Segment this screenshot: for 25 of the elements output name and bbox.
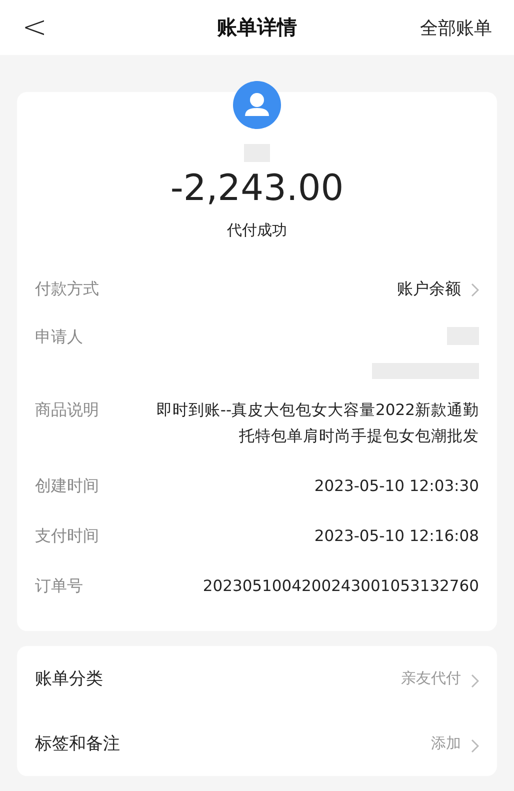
- detail-label: 申请人: [35, 327, 84, 348]
- option-label: 账单分类: [35, 668, 103, 690]
- detail-value: 2023-05-10 12:16:08: [314, 526, 479, 547]
- all-bills-link[interactable]: 全部账单: [420, 16, 492, 40]
- option-value: 亲友代付: [401, 669, 461, 688]
- page-title: 账单详情: [217, 14, 297, 41]
- option-row[interactable]: 账单分类 亲友代付: [17, 646, 497, 711]
- detail-value: 即时到账--真皮大包包女大容量2022新款通勤托特包单肩时尚手提包女包潮批发: [155, 400, 479, 447]
- option-row[interactable]: 标签和备注 添加: [17, 711, 497, 776]
- detail-label: 订单号: [35, 576, 84, 597]
- chevron-icon: [471, 674, 479, 688]
- payment-method[interactable]: 账户余额: [397, 279, 461, 300]
- chevron-icon: [471, 283, 479, 297]
- detail-value: 2023-05-10 12:03:30: [314, 476, 479, 497]
- detail-label: 创建时间: [35, 476, 100, 497]
- option-value: 添加: [431, 734, 461, 753]
- payment-status: 代付成功: [227, 221, 287, 240]
- detail-label: 付款方式: [35, 279, 100, 300]
- amount: -2,243.00: [170, 168, 344, 209]
- detail-label: 支付时间: [35, 526, 100, 547]
- chevron-icon: [471, 738, 479, 752]
- option-label: 标签和备注: [35, 733, 120, 755]
- detail-label: 商品说明: [35, 400, 100, 421]
- detail-value: 2023051004200243001053132760: [202, 576, 479, 597]
- back-button[interactable]: <: [22, 12, 48, 42]
